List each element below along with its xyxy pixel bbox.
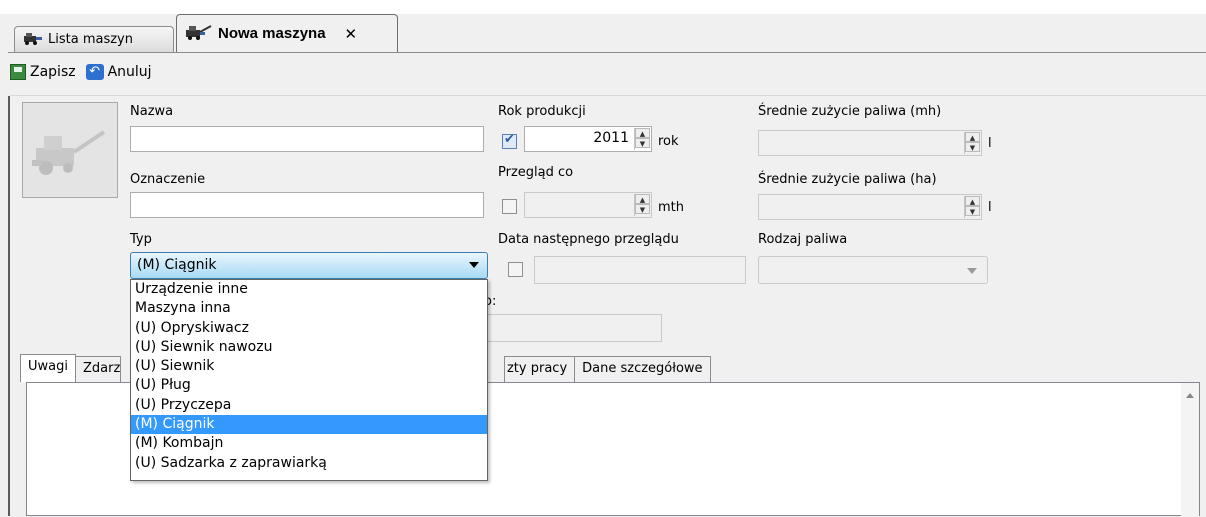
cancel-button[interactable]: ↶ Anuluj	[85, 64, 152, 80]
inspection-input[interactable]: ▲ ▼	[524, 192, 652, 218]
type-dropdown-list[interactable]: Urządzenie inne Maszyna inna (U) Opryski…	[130, 279, 488, 481]
fuel-mh-spinner[interactable]: ▲ ▼	[964, 132, 980, 154]
spin-down-icon[interactable]: ▼	[635, 204, 650, 214]
spin-down-icon[interactable]: ▼	[965, 142, 980, 152]
harvester-icon	[32, 130, 106, 175]
tab-details[interactable]: Dane szczegółowe	[574, 356, 711, 382]
machine-icon	[185, 24, 213, 44]
list-item-selected[interactable]: (M) Ciągnik	[131, 415, 487, 435]
chevron-down-icon[interactable]	[469, 262, 479, 268]
spin-down-icon[interactable]: ▼	[635, 138, 650, 148]
list-item[interactable]: (M) Kombajn	[131, 434, 487, 453]
list-item[interactable]: (U) Sadzarka z zaprawiarką	[131, 454, 487, 473]
next-inspection-checkbox[interactable]	[508, 262, 523, 277]
machine-picture[interactable]	[22, 102, 118, 198]
fuel-type-select[interactable]	[758, 256, 988, 284]
document-tab-bar: Lista maszyn Nowa maszyna ✕	[8, 8, 1206, 54]
toolbar: Zapisz ↶ Anuluj	[10, 60, 152, 84]
spin-up-icon[interactable]: ▲	[965, 132, 980, 142]
panel-left-border	[8, 96, 10, 516]
tab-machine-list[interactable]: Lista maszyn	[14, 26, 174, 52]
name-input[interactable]	[130, 126, 484, 152]
inspection-checkbox[interactable]	[502, 199, 517, 214]
save-button[interactable]: Zapisz	[10, 64, 76, 80]
next-inspection-label: Data następnego przeglądu	[498, 232, 679, 247]
production-year-label: Rok produkcji	[498, 104, 586, 119]
type-label: Typ	[130, 232, 152, 247]
inspection-spinner[interactable]: ▲ ▼	[634, 194, 650, 216]
fuel-mh-input[interactable]: ▲ ▼	[758, 130, 982, 156]
spin-up-icon[interactable]: ▲	[965, 196, 980, 206]
inspection-unit: mth	[658, 200, 684, 215]
save-label: Zapisz	[30, 64, 76, 80]
designation-label: Oznaczenie	[130, 172, 206, 187]
next-inspection-date-input[interactable]	[534, 256, 746, 284]
tab-work-costs[interactable]: zty pracy	[503, 356, 576, 382]
production-year-input[interactable]: 2011 ▲ ▼	[524, 126, 652, 152]
production-year-checkbox[interactable]	[502, 132, 517, 149]
type-select[interactable]: (M) Ciągnik	[130, 252, 488, 279]
list-item[interactable]: Maszyna inna	[131, 299, 487, 318]
fuel-mh-unit: l	[988, 136, 992, 151]
undo-icon: ↶	[85, 64, 104, 80]
chevron-down-icon[interactable]	[967, 268, 977, 274]
designation-input[interactable]	[130, 192, 484, 218]
name-label: Nazwa	[130, 104, 174, 119]
list-item[interactable]: (U) Pług	[131, 376, 487, 395]
save-icon	[10, 64, 26, 80]
inspection-label: Przegląd co	[498, 165, 574, 180]
fuel-ha-label: Średnie zużycie paliwa (ha)	[758, 172, 937, 187]
fuel-ha-input[interactable]: ▲ ▼	[758, 194, 982, 220]
list-item[interactable]: (U) Przyczepa	[131, 396, 487, 415]
fuel-mh-label: Średnie zużycie paliwa (mh)	[758, 104, 942, 119]
spin-up-icon[interactable]: ▲	[635, 194, 650, 204]
tab-events[interactable]: Zdarz	[74, 356, 121, 382]
list-item[interactable]: (U) Opryskiwacz	[131, 319, 487, 338]
toolbar-separator	[10, 95, 1206, 96]
production-year-value: 2011	[593, 130, 629, 146]
fuel-ha-unit: l	[988, 200, 992, 215]
tab-notes[interactable]: Uwagi	[20, 354, 76, 382]
partial-field[interactable]	[484, 314, 662, 342]
cancel-label: Anuluj	[107, 64, 152, 80]
year-spinner[interactable]: ▲ ▼	[634, 128, 650, 150]
type-select-value: (M) Ciągnik	[137, 257, 217, 273]
list-item[interactable]: Urządzenie inne	[131, 280, 487, 299]
fuel-type-label: Rodzaj paliwa	[758, 232, 848, 247]
spin-up-icon[interactable]: ▲	[635, 128, 650, 138]
tab-new-machine[interactable]: Nowa maszyna ✕	[176, 14, 398, 52]
close-icon[interactable]: ✕	[345, 25, 358, 43]
spin-down-icon[interactable]: ▼	[965, 206, 980, 216]
tab-baseline	[8, 52, 1206, 53]
notes-scrollbar[interactable]	[1181, 383, 1199, 517]
machine-icon	[23, 31, 43, 49]
production-year-unit: rok	[658, 134, 679, 149]
tab-label: Nowa maszyna	[218, 25, 326, 42]
tab-label: Lista maszyn	[48, 32, 133, 47]
scroll-up-icon[interactable]	[1186, 393, 1194, 398]
list-item[interactable]: (U) Siewnik	[131, 357, 487, 376]
fuel-ha-spinner[interactable]: ▲ ▼	[964, 196, 980, 218]
list-item[interactable]: (U) Siewnik nawozu	[131, 338, 487, 357]
